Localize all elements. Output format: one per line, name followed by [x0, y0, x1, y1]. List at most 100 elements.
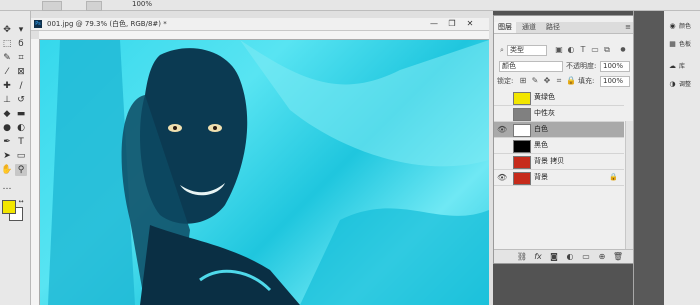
vertical-ruler[interactable]	[31, 39, 40, 305]
dock-item-libraries[interactable]: ☁ 库	[668, 61, 700, 72]
eraser-tool-icon[interactable]: ◆	[1, 108, 13, 120]
smart-object-filter-icon[interactable]: ⧉	[602, 45, 612, 55]
lock-artboard-icon[interactable]: ⌗	[554, 76, 564, 86]
frame-tool-icon[interactable]: ⊠	[15, 66, 27, 78]
type-tool-icon[interactable]: T	[15, 136, 27, 148]
tab-channels[interactable]: 通道	[518, 22, 540, 33]
blend-opacity-row: 颜色 不透明度: 100%	[494, 60, 634, 72]
foreground-color-swatch[interactable]	[2, 200, 16, 214]
new-group-icon[interactable]: ▭	[580, 251, 592, 262]
document-tab[interactable]: Ps 001.jpg @ 79.3% (白色, RGB/8#) * — ❐ ✕	[31, 18, 489, 31]
panel-menu-icon[interactable]: ≡	[625, 22, 631, 33]
tools-panel: ✥ ▾ ⬚ ϭ ✎ ⌗ ⁄ ⊠ ✚ ∕ ⊥ ↺ ◆ ▬ ● ◐ ✒ T ➤ ▭ …	[0, 11, 31, 305]
options-bar: 100%	[0, 0, 700, 11]
inverted-portrait-image	[48, 40, 489, 305]
filter-kind-select[interactable]: 类型	[507, 45, 547, 56]
adjustment-filter-icon[interactable]: ◐	[566, 45, 576, 55]
dock-item-adjustments[interactable]: ◑ 调整	[668, 79, 700, 90]
lock-icon[interactable]: 🔒	[609, 173, 618, 181]
artboard-tool-icon[interactable]: ▾	[15, 24, 27, 36]
layer-thumbnail	[513, 156, 531, 169]
visibility-toggle[interactable]	[497, 141, 507, 150]
blur-tool-icon[interactable]: ●	[1, 122, 13, 134]
eye-icon[interactable]: 👁	[497, 125, 507, 134]
tab-layers[interactable]: 图层	[494, 22, 516, 33]
lasso-tool-icon[interactable]: ϭ	[15, 38, 27, 50]
minimize-icon[interactable]: —	[427, 18, 441, 30]
visibility-toggle[interactable]	[497, 109, 507, 118]
more-tools-icon[interactable]: …	[1, 181, 13, 193]
lock-image-icon[interactable]: ✎	[530, 76, 540, 86]
path-selection-tool-icon[interactable]: ➤	[1, 150, 13, 162]
search-icon: ⌕	[500, 46, 504, 54]
lock-transparent-icon[interactable]: ⊞	[518, 76, 528, 86]
brush-tool-icon[interactable]: ∕	[15, 80, 27, 92]
document-title: 001.jpg @ 79.3% (白色, RGB/8#) *	[47, 20, 167, 28]
layer-thumbnail	[513, 92, 531, 105]
lock-fill-row: 锁定: ⊞ ✎ ✥ ⌗ 🔒 填充: 100%	[494, 75, 634, 87]
pixel-filter-icon[interactable]: ▣	[554, 45, 564, 55]
restore-icon[interactable]: ❐	[445, 18, 459, 30]
adjustment-layer-icon[interactable]: ◐	[564, 251, 576, 262]
dodge-tool-icon[interactable]: ◐	[15, 122, 27, 134]
lock-position-icon[interactable]: ✥	[542, 76, 552, 86]
healing-brush-tool-icon[interactable]: ✚	[1, 80, 13, 92]
swap-colors-icon[interactable]: ↔	[17, 198, 25, 206]
eye-icon[interactable]: 👁	[497, 173, 507, 182]
shape-filter-icon[interactable]: ▭	[590, 45, 600, 55]
layer-name: 黄绿色	[534, 93, 555, 101]
zoom-tool-icon[interactable]: ⚲	[15, 164, 27, 176]
photoshop-file-icon: Ps	[34, 20, 42, 28]
layer-name: 黑色	[534, 141, 548, 149]
layer-row[interactable]: 背景 拷贝	[494, 154, 624, 170]
marquee-tool-icon[interactable]: ⬚	[1, 38, 13, 50]
layer-name: 背景 拷贝	[534, 157, 565, 165]
blend-mode-select[interactable]: 颜色	[499, 61, 563, 72]
panel-tabs: 图层 通道 路径 ≡	[494, 22, 634, 34]
layers-panel: 图层 通道 路径 ≡ ⌕ 类型 ▣ ◐ T ▭ ⧉ ● 颜色 不透明度: 100…	[493, 15, 635, 264]
layer-thumbnail	[513, 124, 531, 137]
filter-toggle-icon[interactable]: ●	[618, 45, 628, 55]
opacity-input[interactable]: 100%	[600, 61, 630, 72]
lock-all-icon[interactable]: 🔒	[566, 76, 576, 86]
fx-icon[interactable]: fx	[532, 251, 544, 262]
layer-thumbnail	[513, 108, 531, 121]
hand-tool-icon[interactable]: ✋	[1, 164, 13, 176]
trash-icon[interactable]: 🗑	[612, 251, 624, 262]
dock-item-color[interactable]: ◉ 颜色	[668, 21, 700, 32]
adjustments-icon: ◑	[669, 80, 676, 88]
type-filter-icon[interactable]: T	[578, 45, 588, 55]
zoom-options-button[interactable]	[86, 1, 102, 11]
new-layer-icon[interactable]: ⊕	[596, 251, 608, 262]
opacity-label: 不透明度:	[566, 62, 597, 70]
layer-row[interactable]: 中性灰	[494, 106, 624, 122]
layer-row[interactable]: 黄绿色	[494, 90, 624, 106]
pen-tool-icon[interactable]: ✒	[1, 136, 13, 148]
layer-row-selected[interactable]: 👁 白色	[494, 122, 624, 138]
crop-tool-icon[interactable]: ⌗	[15, 52, 27, 64]
eyedropper-tool-icon[interactable]: ⁄	[1, 66, 13, 78]
link-layers-icon[interactable]: ⛓	[516, 251, 528, 262]
layer-row[interactable]: 👁 背景 🔒	[494, 170, 624, 186]
image-canvas[interactable]	[40, 40, 489, 305]
horizontal-ruler[interactable]	[39, 31, 489, 40]
tool-preset-picker[interactable]	[42, 1, 62, 11]
gradient-tool-icon[interactable]: ▬	[15, 108, 27, 120]
dock-item-swatches[interactable]: ▦ 色板	[668, 39, 700, 50]
visibility-toggle[interactable]	[497, 157, 507, 166]
visibility-toggle[interactable]	[497, 93, 507, 102]
clone-stamp-tool-icon[interactable]: ⊥	[1, 94, 13, 106]
lock-label: 锁定:	[497, 77, 514, 85]
move-tool-icon[interactable]: ✥	[1, 24, 13, 36]
rectangle-tool-icon[interactable]: ▭	[15, 150, 27, 162]
document-area: Ps 001.jpg @ 79.3% (白色, RGB/8#) * — ❐ ✕	[31, 11, 493, 305]
layers-panel-footer: ⛓ fx ◙ ◐ ▭ ⊕ 🗑	[494, 249, 634, 263]
layer-name: 白色	[534, 125, 548, 133]
history-brush-tool-icon[interactable]: ↺	[15, 94, 27, 106]
quick-select-tool-icon[interactable]: ✎	[1, 52, 13, 64]
layer-row[interactable]: 黑色	[494, 138, 624, 154]
tab-paths[interactable]: 路径	[542, 22, 564, 33]
layer-mask-icon[interactable]: ◙	[548, 251, 560, 262]
close-icon[interactable]: ✕	[463, 18, 477, 30]
fill-input[interactable]: 100%	[600, 76, 630, 87]
